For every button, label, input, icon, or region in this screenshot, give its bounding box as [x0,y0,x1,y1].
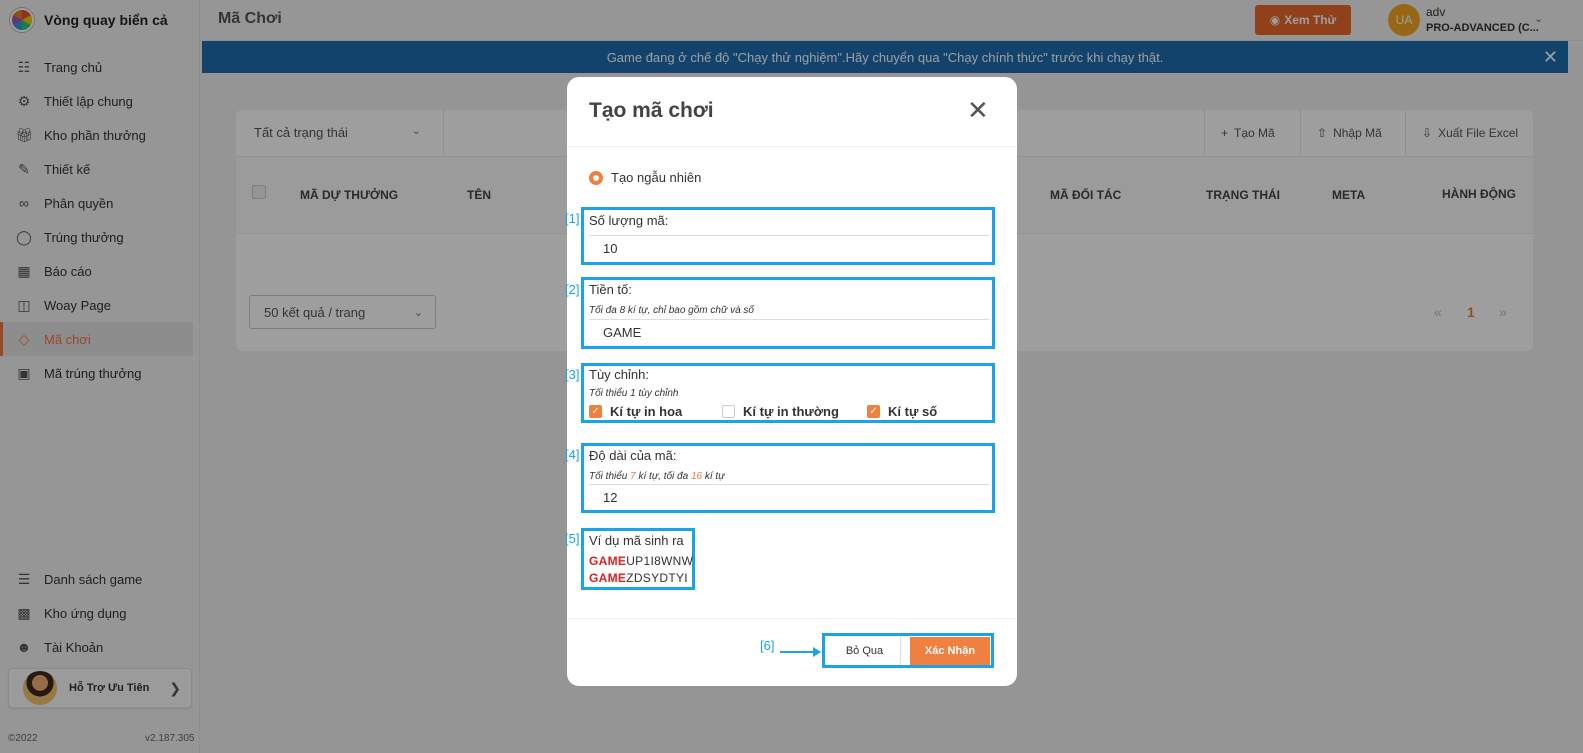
digits-checkbox[interactable]: ✓ [867,405,880,418]
length-input[interactable]: 12 [589,484,989,510]
uppercase-label: Kí tự in hoa [610,404,683,419]
annotation-marker: [3] [565,367,580,382]
prefix-label: Tiền tố: [589,282,632,297]
divider [567,618,1017,619]
example-code-suffix: UP1I8WNW [626,554,694,568]
confirm-button[interactable]: Xác Nhận [910,637,990,665]
length-max-value: 16 [690,471,703,482]
close-icon[interactable]: ✕ [967,97,989,123]
example-label: Ví dụ mã sinh ra [589,533,684,548]
annotation-arrow [780,651,816,653]
modal-title: Tạo mã chơi [589,99,714,122]
example-code-prefix: GAME [589,554,627,568]
random-mode-label: Tạo ngẫu nhiên [611,170,702,185]
digits-label: Kí tự số [888,404,938,419]
example-code: GAMEUP1I8WNW [589,554,693,568]
annotation-marker: [5] [565,531,580,546]
custom-options: ✓ Kí tự in hoa Kí tự in thường ✓ Kí tự s… [589,404,937,419]
example-code-suffix: ZDSYDTYI [626,571,688,585]
annotation-marker: [6] [760,638,775,653]
length-hint: Tối thiểu 7 kí tự, tối đa 16 kí tự [589,471,725,482]
example-code: GAMEZDSYDTYI [589,571,688,585]
prefix-input[interactable]: GAME [589,319,989,345]
uppercase-checkbox[interactable]: ✓ [589,405,602,418]
annotation-marker: [2] [565,282,580,297]
quantity-label: Số lượng mã: [589,213,669,228]
annotation-arrow-head [813,647,821,657]
example-code-prefix: GAME [589,571,627,585]
length-label: Độ dài của mã: [589,448,677,463]
cancel-button[interactable]: Bỏ Qua [829,637,901,665]
lowercase-checkbox[interactable] [722,405,735,418]
custom-hint: Tối thiểu 1 tùy chỉnh [589,388,679,399]
lowercase-label: Kí tự in thường [743,404,839,419]
annotation-marker: [4] [565,447,580,462]
radio-selected-icon [589,170,603,185]
divider [567,146,1017,147]
random-mode-radio[interactable]: Tạo ngẫu nhiên [589,170,701,185]
quantity-input[interactable]: 10 [589,235,989,261]
prefix-hint: Tối đa 8 kí tự, chỉ bao gồm chữ và số [589,305,754,316]
custom-label: Tùy chỉnh: [589,367,649,382]
annotation-marker: [1] [565,211,580,226]
create-code-modal: Tạo mã chơi ✕ Tạo ngẫu nhiên [1] Số lượn… [565,77,1017,686]
